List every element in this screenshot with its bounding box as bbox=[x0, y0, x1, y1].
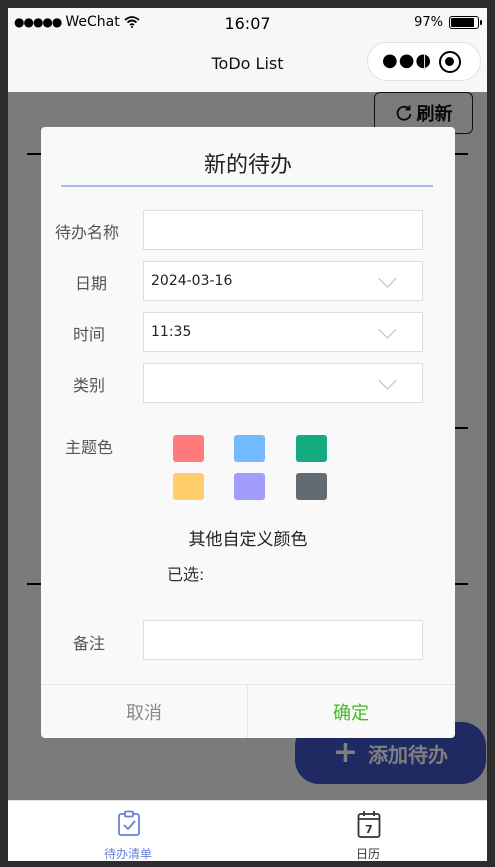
color-swatch-purple[interactable] bbox=[234, 473, 265, 500]
chevron-down-icon bbox=[378, 269, 397, 288]
calendar-day: 7 bbox=[365, 823, 373, 836]
category-picker[interactable] bbox=[143, 363, 423, 403]
navigation-bar: ToDo List ●●● bbox=[8, 38, 487, 92]
time-value: 11:35 bbox=[151, 324, 192, 340]
time-picker[interactable]: 11:35 bbox=[143, 312, 423, 352]
new-todo-dialog: 新的待办 待办名称 日期 2024-03-16 时间 11:35 类别 主题色 … bbox=[41, 127, 455, 738]
tab-todo-list[interactable]: 待办清单 bbox=[8, 801, 248, 861]
color-swatch-green[interactable] bbox=[296, 435, 327, 462]
theme-color-label: 主题色 bbox=[65, 438, 114, 457]
tab-calendar[interactable]: 7 日历 bbox=[248, 801, 487, 861]
calendar-7-icon: 7 bbox=[357, 811, 381, 838]
clipboard-check-icon bbox=[118, 810, 140, 836]
date-picker[interactable]: 2024-03-16 bbox=[143, 261, 423, 301]
tab-calendar-label: 日历 bbox=[355, 847, 380, 861]
note-input[interactable] bbox=[143, 620, 423, 660]
battery-percent: 97% bbox=[414, 15, 443, 30]
chevron-down-icon bbox=[378, 320, 397, 339]
custom-color-button[interactable]: 其他自定义颜色 bbox=[41, 525, 455, 550]
name-label: 待办名称 bbox=[55, 223, 120, 242]
capsule-divider bbox=[424, 53, 425, 71]
cancel-button[interactable]: 取消 bbox=[41, 685, 247, 738]
dialog-title: 新的待办 bbox=[203, 153, 292, 178]
todo-name-input[interactable] bbox=[143, 210, 423, 250]
color-swatch-gray[interactable] bbox=[296, 473, 327, 500]
chevron-down-icon bbox=[378, 371, 397, 390]
title-underline bbox=[61, 185, 433, 187]
close-target-icon[interactable] bbox=[439, 51, 461, 73]
tab-bar: 待办清单 7 日历 bbox=[8, 800, 487, 861]
status-bar: ●●●●● WeChat 16:07 97% bbox=[8, 8, 487, 38]
note-label: 备注 bbox=[73, 634, 106, 653]
color-swatch-yellow[interactable] bbox=[173, 473, 204, 500]
selected-color-label: 已选: bbox=[167, 565, 205, 584]
phone-screen: ●●●●● WeChat 16:07 97% ToDo List ●●● 新的待… bbox=[8, 8, 487, 861]
confirm-button[interactable]: 确定 bbox=[248, 685, 454, 738]
color-swatch-red[interactable] bbox=[173, 435, 204, 462]
date-value: 2024-03-16 bbox=[151, 273, 233, 289]
battery-icon bbox=[449, 16, 482, 29]
color-swatch-blue[interactable] bbox=[234, 435, 265, 462]
time-label: 时间 bbox=[73, 325, 106, 344]
mini-program-capsule: ●●● bbox=[367, 42, 481, 81]
category-label: 类别 bbox=[73, 376, 106, 395]
tab-todo-list-label: 待办清单 bbox=[103, 847, 152, 861]
date-label: 日期 bbox=[75, 274, 108, 293]
dialog-footer: 取消 确定 bbox=[41, 684, 455, 738]
